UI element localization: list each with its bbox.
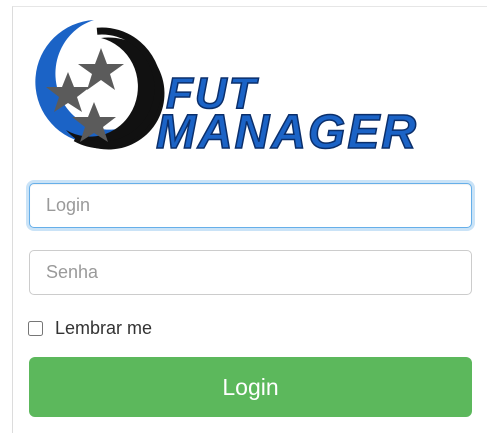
remember-me-checkbox[interactable]: [28, 321, 43, 336]
fut-manager-logo: FUT MANAGER: [35, 20, 418, 160]
login-button[interactable]: Login: [29, 357, 472, 417]
password-input[interactable]: [29, 250, 472, 295]
star-icon: [78, 48, 124, 90]
logo-manager-text: MANAGER: [156, 106, 418, 159]
login-input[interactable]: [29, 183, 472, 228]
remember-me[interactable]: Lembrar me: [28, 318, 152, 339]
remember-me-label: Lembrar me: [55, 318, 153, 338]
